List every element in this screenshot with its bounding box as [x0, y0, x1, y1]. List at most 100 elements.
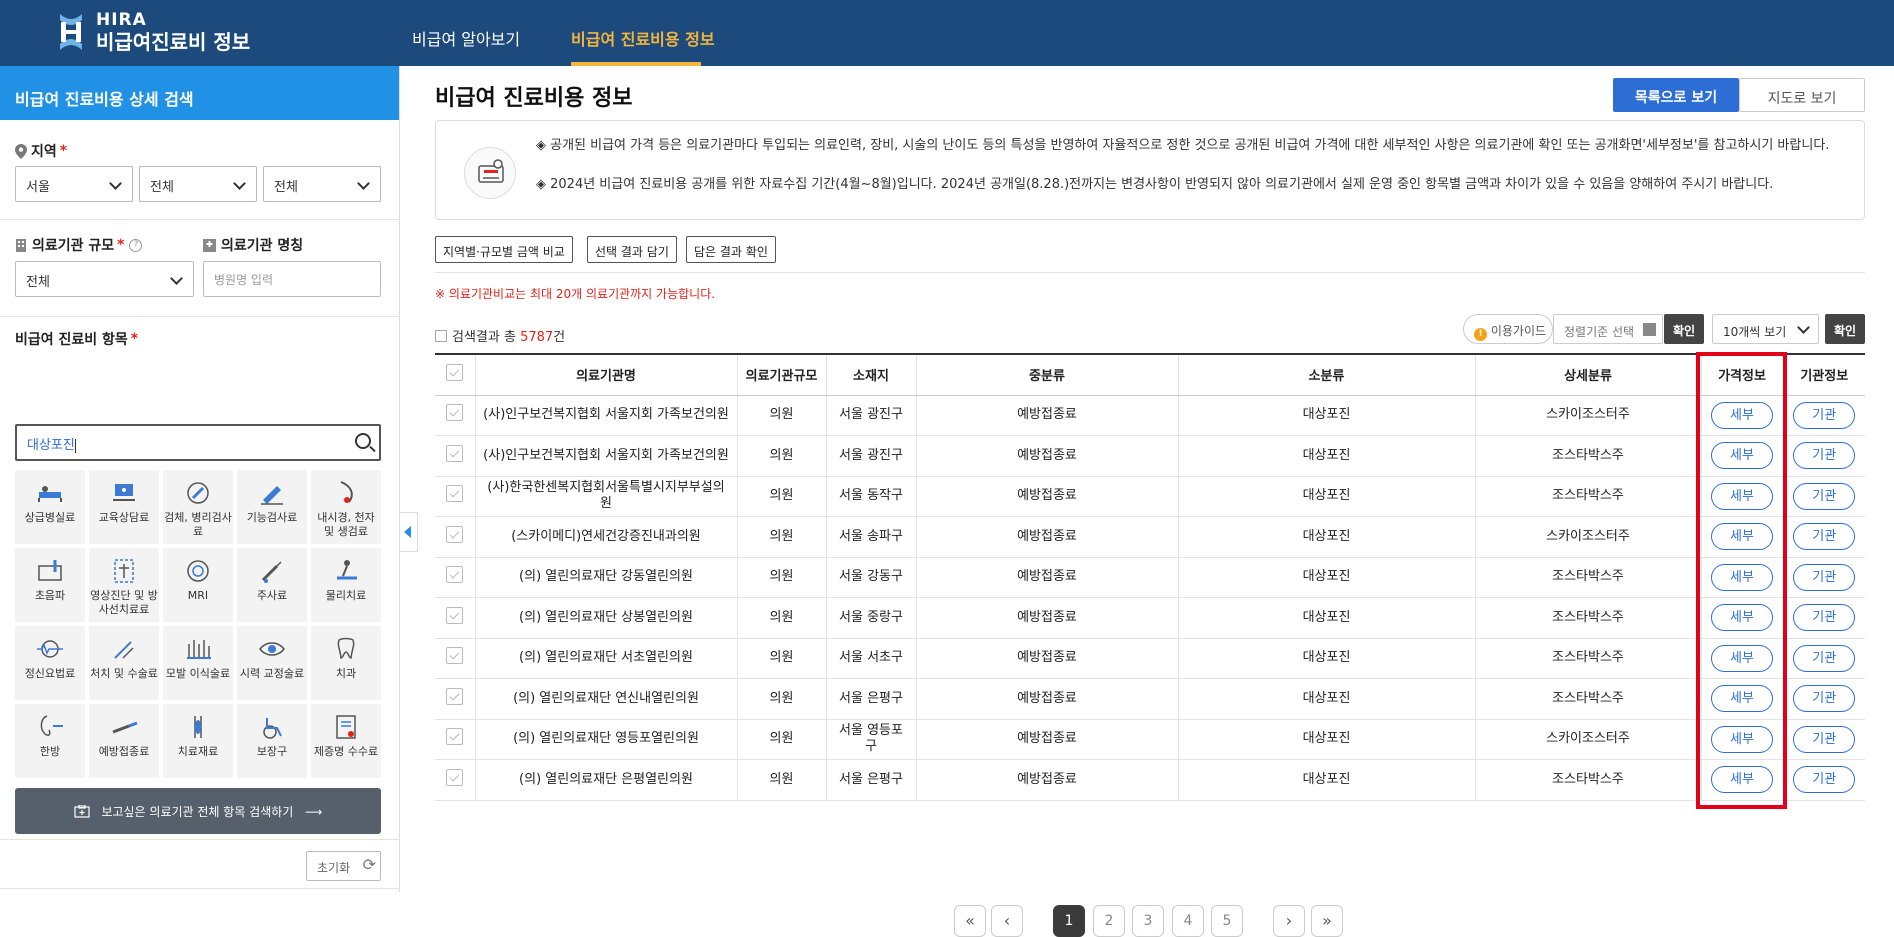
- cell-name[interactable]: (사)인구보건복지협회 서울지회 가족보건의원: [474, 435, 737, 477]
- last-page-button[interactable]: »: [1311, 905, 1343, 937]
- sort-confirm-button[interactable]: 확인: [1664, 314, 1704, 344]
- row-checkbox-cell: [435, 678, 475, 720]
- category-tile[interactable]: 초음파: [15, 548, 85, 622]
- table-row[interactable]: (의) 열린의료재단 서초열린의원 의원 서울 서초구 예방접종료 대상포진 조스타박스주…: [435, 638, 1865, 679]
- table-row[interactable]: (스카이메디)연세건강증진내과의원 의원 서울 송파구 예방접종료 대상포진 스카이조스터…: [435, 516, 1865, 558]
- category-tile[interactable]: 교육상담료: [89, 470, 159, 544]
- page-button[interactable]: 3: [1132, 905, 1164, 937]
- institution-info-button[interactable]: 기관: [1793, 766, 1856, 794]
- table-row[interactable]: (의) 열린의료재단 영등포열린의원 의원 서울 영등포구 예방접종료 대상포진 스카이조…: [435, 719, 1865, 760]
- cell-name[interactable]: (사)한국한센복지협회서울특별시지부부설의원: [474, 476, 737, 517]
- page-button[interactable]: 4: [1172, 905, 1204, 937]
- cell-name[interactable]: (의) 열린의료재단 상봉열린의원: [474, 597, 737, 639]
- compare-by-region-button[interactable]: 지역별·규모별 금액 비교: [435, 236, 573, 263]
- row-checkbox[interactable]: [446, 768, 464, 786]
- per-page-select[interactable]: 10개씩 보기: [1712, 314, 1819, 344]
- category-tile[interactable]: 물리치료: [311, 548, 381, 622]
- cell-name[interactable]: (사)인구보건복지협회 서울지회 가족보건의원: [474, 395, 737, 436]
- next-page-button[interactable]: ›: [1273, 905, 1305, 937]
- table-row[interactable]: (의) 열린의료재단 은평열린의원 의원 서울 은평구 예방접종료 대상포진 조스타박스주…: [435, 759, 1865, 801]
- table-row[interactable]: (의) 열린의료재단 상봉열린의원 의원 서울 중랑구 예방접종료 대상포진 조스타박스주…: [435, 597, 1865, 639]
- category-tile[interactable]: 처치 및 수술료: [89, 626, 159, 700]
- row-checkbox[interactable]: [446, 404, 464, 422]
- category-tile[interactable]: 상급병실료: [15, 470, 85, 544]
- view-saved-button[interactable]: 담은 결과 확인: [686, 236, 776, 263]
- item-search-input[interactable]: 대상포진: [15, 424, 381, 461]
- hira-logo[interactable]: HIRA 비급여진료비 정보: [56, 12, 250, 52]
- category-tile[interactable]: 보장구: [237, 704, 307, 778]
- table-row[interactable]: (사)인구보건복지협회 서울지회 가족보건의원 의원 서울 광진구 예방접종료 대상포진…: [435, 395, 1865, 436]
- help-icon[interactable]: ?: [129, 238, 143, 252]
- category-tile[interactable]: 한방: [15, 704, 85, 778]
- nav-item-about[interactable]: 비급여 알아보기: [412, 26, 520, 50]
- category-tile[interactable]: 시력 교정술료: [237, 626, 307, 700]
- category-tile[interactable]: 정신요법료: [15, 626, 85, 700]
- per-page-confirm-button[interactable]: 확인: [1825, 314, 1865, 344]
- select-all-checkbox[interactable]: [446, 364, 464, 382]
- cell-name[interactable]: (스카이메디)연세건강증진내과의원: [474, 516, 737, 558]
- sidebar-collapse-button[interactable]: [400, 512, 418, 552]
- table-row[interactable]: (사)한국한센복지협회서울특별시지부부설의원 의원 서울 동작구 예방접종료 대상포진 조…: [435, 476, 1865, 517]
- category-tile[interactable]: 기능검사료: [237, 470, 307, 544]
- row-checkbox[interactable]: [446, 525, 464, 543]
- region-city-select[interactable]: 서울: [15, 166, 133, 202]
- row-checkbox[interactable]: [446, 687, 464, 705]
- category-tile[interactable]: 예방접종료: [89, 704, 159, 778]
- cell-name[interactable]: (의) 열린의료재단 영등포열린의원: [474, 719, 737, 760]
- table-row[interactable]: (사)인구보건복지협회 서울지회 가족보건의원 의원 서울 광진구 예방접종료 대상포진…: [435, 435, 1865, 477]
- cell-name[interactable]: (의) 열린의료재단 강동열린의원: [474, 557, 737, 598]
- cell-name[interactable]: (의) 열린의료재단 서초열린의원: [474, 638, 737, 679]
- institution-info-button[interactable]: 기관: [1793, 442, 1856, 470]
- prev-page-button[interactable]: ‹: [991, 905, 1023, 937]
- row-checkbox[interactable]: [446, 647, 464, 665]
- cell-name[interactable]: (의) 열린의료재단 은평열린의원: [474, 759, 737, 801]
- map-view-button[interactable]: 지도로 보기: [1739, 78, 1865, 112]
- institution-info-button[interactable]: 기관: [1793, 604, 1856, 632]
- detail-search-sidebar: 비급여 진료비용 상세 검색 지역 * 서울 전체 전체 의료기관 규모 * ? 의…: [0, 66, 400, 892]
- first-page-button[interactable]: «: [954, 905, 986, 937]
- hospital-name-input[interactable]: 병원명 입력: [203, 261, 381, 297]
- sort-select-label: 정렬기준 선택: [1564, 325, 1635, 339]
- category-tile[interactable]: 검체, 병리검사료: [163, 470, 233, 544]
- search-all-items-button[interactable]: 보고싶은 의료기관 전체 항목 검색하기 ⟶: [15, 788, 381, 834]
- page-button[interactable]: 2: [1093, 905, 1125, 937]
- row-checkbox[interactable]: [446, 444, 464, 462]
- institution-info-button[interactable]: 기관: [1793, 482, 1856, 510]
- usage-guide-button[interactable]: ! 이용가이드: [1463, 314, 1553, 344]
- page-button[interactable]: 5: [1211, 905, 1243, 937]
- institution-info-button[interactable]: 기관: [1793, 725, 1856, 753]
- region-dong-select[interactable]: 전체: [263, 166, 381, 202]
- scale-select[interactable]: 전체: [15, 261, 194, 297]
- row-checkbox[interactable]: [446, 728, 464, 746]
- column-header: 의료기관명: [474, 353, 737, 396]
- category-tile[interactable]: 치료재료: [163, 704, 233, 778]
- institution-info-button[interactable]: 기관: [1793, 685, 1856, 713]
- add-selected-button[interactable]: 선택 결과 담기: [587, 236, 677, 263]
- nav-item-cost-info[interactable]: 비급여 진료비용 정보: [571, 26, 715, 50]
- category-tile[interactable]: MRI: [163, 548, 233, 622]
- list-view-button[interactable]: 목록으로 보기: [1613, 78, 1739, 112]
- row-checkbox[interactable]: [446, 606, 464, 624]
- cell-loc: 서울 광진구: [825, 435, 916, 477]
- sort-select[interactable]: 정렬기준 선택: [1553, 314, 1663, 344]
- category-tile[interactable]: 모발 이식술료: [163, 626, 233, 700]
- row-checkbox[interactable]: [446, 566, 464, 584]
- cell-name[interactable]: (의) 열린의료재단 연신내열린의원: [474, 678, 737, 720]
- search-icon[interactable]: [355, 433, 371, 449]
- institution-info-button[interactable]: 기관: [1793, 563, 1856, 591]
- row-checkbox-cell: [435, 435, 475, 477]
- page-button[interactable]: 1: [1053, 905, 1085, 937]
- category-tile[interactable]: 치과: [311, 626, 381, 700]
- institution-info-button[interactable]: 기관: [1793, 523, 1856, 551]
- category-tile[interactable]: 영상진단 및 방사선치료료: [89, 548, 159, 622]
- reset-button[interactable]: 초기화 ⟳: [306, 851, 381, 881]
- row-checkbox[interactable]: [446, 485, 464, 503]
- category-tile[interactable]: 내시경, 천자 및 생검료: [311, 470, 381, 544]
- region-district-select[interactable]: 전체: [139, 166, 257, 202]
- table-row[interactable]: (의) 열린의료재단 강동열린의원 의원 서울 강동구 예방접종료 대상포진 조스타박스주…: [435, 557, 1865, 598]
- category-tile[interactable]: 제증명 수수료: [311, 704, 381, 778]
- category-tile[interactable]: 주사료: [237, 548, 307, 622]
- institution-info-button[interactable]: 기관: [1793, 401, 1856, 429]
- table-row[interactable]: (의) 열린의료재단 연신내열린의원 의원 서울 은평구 예방접종료 대상포진 조스타박스…: [435, 678, 1865, 720]
- institution-info-button[interactable]: 기관: [1793, 644, 1856, 672]
